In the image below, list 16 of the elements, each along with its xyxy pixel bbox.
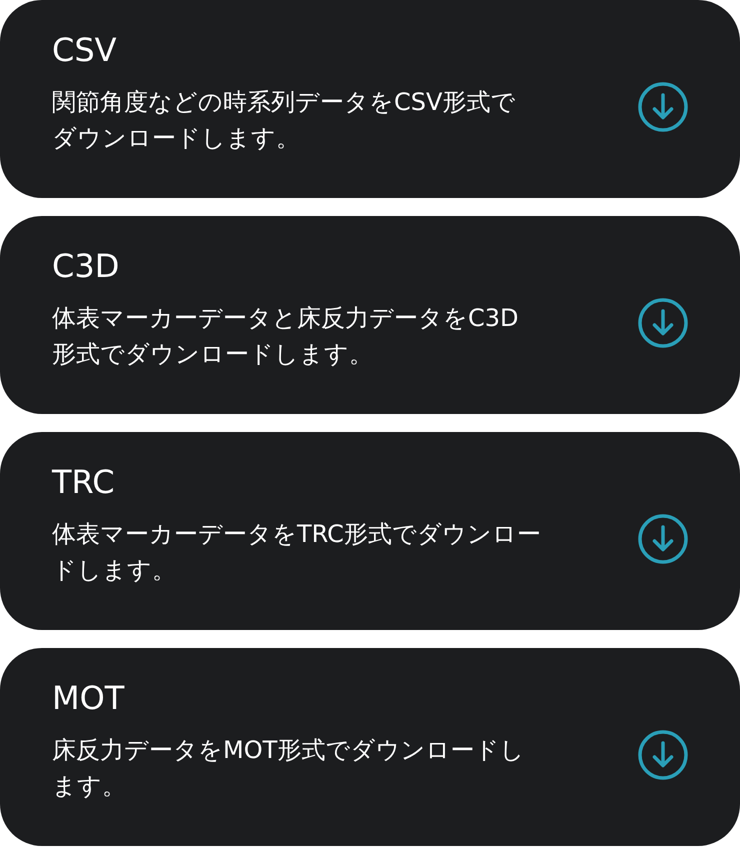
format-title: TRC: [52, 462, 116, 502]
format-title: CSV: [52, 30, 118, 70]
description-line: 関節角度などの時系列データをCSV形式で: [52, 87, 516, 118]
format-title: MOT: [52, 678, 126, 718]
download-icon[interactable]: [636, 512, 690, 566]
description-line: 体表マーカーデータをTRC形式でダウンロー: [52, 519, 541, 550]
description-line: ダウンロードします。: [52, 123, 300, 154]
description-line: 体表マーカーデータと床反力データをC3D: [52, 303, 519, 334]
format-title: C3D: [52, 246, 120, 286]
description-line: 形式でダウンロードします。: [52, 339, 373, 370]
description-line: 床反力データをMOT形式でダウンロードし: [52, 735, 524, 766]
description-line: ます。: [52, 771, 126, 802]
download-icon[interactable]: [636, 80, 690, 134]
download-icon[interactable]: [636, 728, 690, 782]
download-icon[interactable]: [636, 296, 690, 350]
description-line: ドします。: [52, 555, 176, 586]
